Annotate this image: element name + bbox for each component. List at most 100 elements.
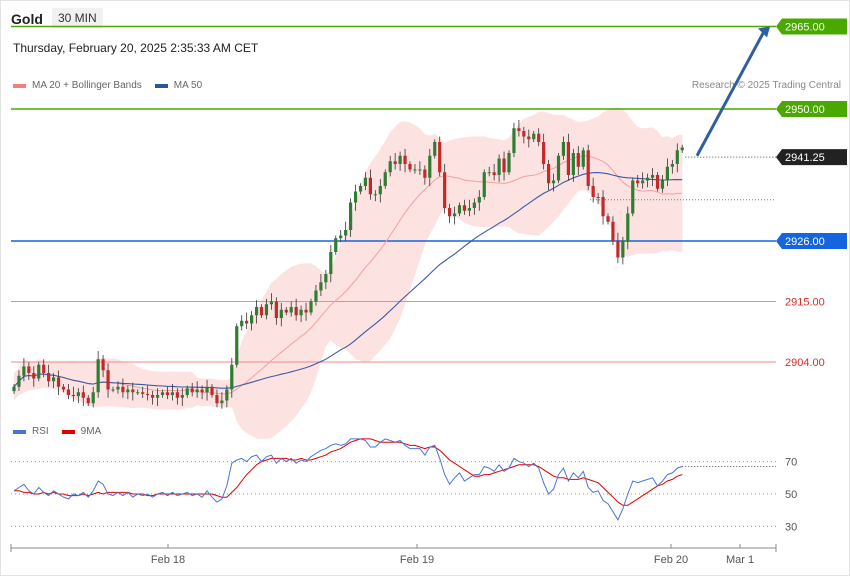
candle-body [205,386,209,393]
candle-body [655,175,660,189]
candle [482,169,486,200]
candle-body [37,364,41,379]
candle-body [279,309,283,318]
candle-body [561,142,566,156]
time-tick-label: Feb 18 [151,554,185,566]
candle-body [259,307,264,316]
candle-body [42,364,46,373]
arrow-head [758,26,770,38]
candle-body [106,370,110,390]
candle-body [27,366,31,373]
candle-body [467,208,471,211]
candle-body [52,377,56,382]
candle-body [581,150,585,167]
candle-body [586,150,590,186]
candle-body [363,177,368,186]
candle-body [616,241,620,258]
candle-body [264,304,269,316]
candle-body [215,395,219,404]
level-label-2950.00: 2950.00 [785,104,825,116]
candle-body [542,142,546,164]
candle-body [101,359,105,371]
candle-body [304,309,308,313]
candle-body [665,166,669,181]
candle-body [398,155,402,164]
candle-body [443,172,447,208]
candle-body [556,155,561,181]
candle-body [71,395,75,397]
candle-body [170,392,174,395]
candle-body [180,395,184,398]
candle-body [155,395,160,398]
candle-body [448,208,452,217]
candle-body [294,307,298,316]
candle [334,235,338,255]
candle-body [22,366,26,376]
candle-body [230,364,234,390]
candle-body [116,386,120,390]
candle [37,362,41,382]
candle-body [675,150,679,164]
candle-body [507,153,511,173]
candle-body [626,213,630,241]
candle-body [532,133,536,140]
candle-body [225,389,229,401]
candle-body [190,388,194,393]
candle-body [492,172,496,175]
candle-body [284,309,288,313]
candle-body [309,301,313,313]
candle-body [403,155,407,164]
candle-body [111,389,115,391]
price-chart[interactable]: 2965.00 2950.00 2926.00 2915.00 2904.00 2941.… [0,0,850,576]
candle-body [299,309,303,316]
candle-body [660,180,665,189]
candle [655,172,660,192]
arrow-shaft [695,30,766,157]
candle-body [254,307,259,316]
candle-body [631,180,635,214]
candle [438,136,442,177]
candle-body [56,377,61,387]
candle-body [17,375,21,387]
candle-body [165,392,170,395]
candle-body [477,197,481,203]
candle-body [517,128,521,131]
candle-body [131,389,135,393]
candle-body [388,161,392,173]
candle-body [175,392,179,398]
candle-body [289,307,293,313]
candle-body [146,393,150,395]
candle [621,236,625,265]
candle-body [670,164,674,167]
candle-body [274,301,278,318]
candle-body [66,389,71,395]
candle-body [269,301,273,305]
candle-body [502,158,506,173]
candle-body [151,395,155,398]
candle-body [358,186,363,192]
rsi-tick-30: 30 [785,521,797,533]
candle-body [452,213,457,217]
candle-body [96,359,100,393]
candle [433,139,437,159]
candle-body [393,161,397,164]
candle-body [606,216,610,222]
candle [240,315,244,331]
candle-body [329,252,333,274]
forecast-arrow [695,26,770,157]
last-price-label: 2941.25 [785,152,825,164]
time-tick-label: Feb 19 [400,554,434,566]
rsi-tick-50: 50 [785,489,797,501]
candle-body [408,164,412,170]
candle-body [576,153,580,167]
candle-body [611,221,615,241]
candle-body [245,320,249,324]
level-label-2904.00: 2904.00 [785,357,825,369]
candle-body [527,136,531,140]
candle [581,147,585,170]
candle-body [571,153,575,175]
candle-body [457,205,462,214]
candle-body [383,172,387,186]
candle-body [378,186,382,195]
candle-body [220,400,224,404]
